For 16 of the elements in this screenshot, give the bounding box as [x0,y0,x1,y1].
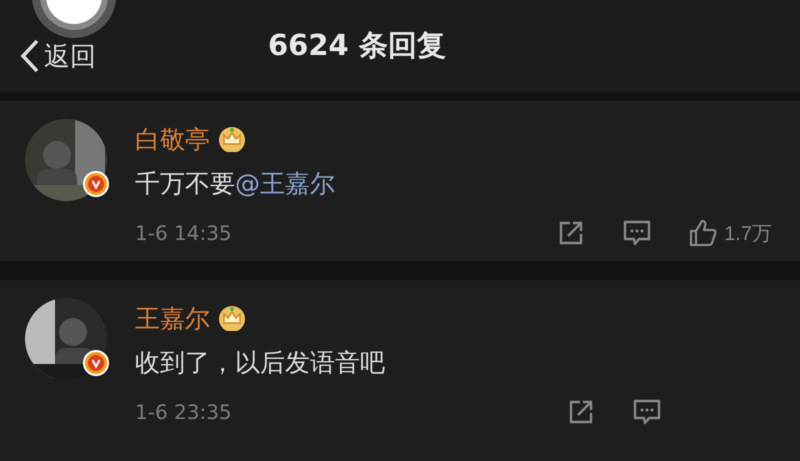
username[interactable]: 王嘉尔 [135,302,210,334]
mention-link[interactable]: @王嘉尔 [235,169,335,198]
timestamp: 1-6 14:35 [135,221,233,245]
comment-button[interactable] [622,218,652,248]
like-button[interactable]: 1.7万 [688,218,772,248]
comment-button[interactable] [632,397,662,427]
timestamp: 1-6 23:35 [135,400,233,424]
thumbs-up-icon [688,218,718,248]
comment-text: 收到了，以后发语音吧 [135,347,386,379]
back-button[interactable]: 返回 [20,38,96,74]
comment-icon [632,397,662,427]
comment-text: 千万不要@王嘉尔 [135,168,336,200]
back-icon [20,39,40,73]
page-title: 6624 条回复 [268,27,446,64]
comment-icon [622,218,652,248]
username[interactable]: 白敬亭 [135,122,210,156]
